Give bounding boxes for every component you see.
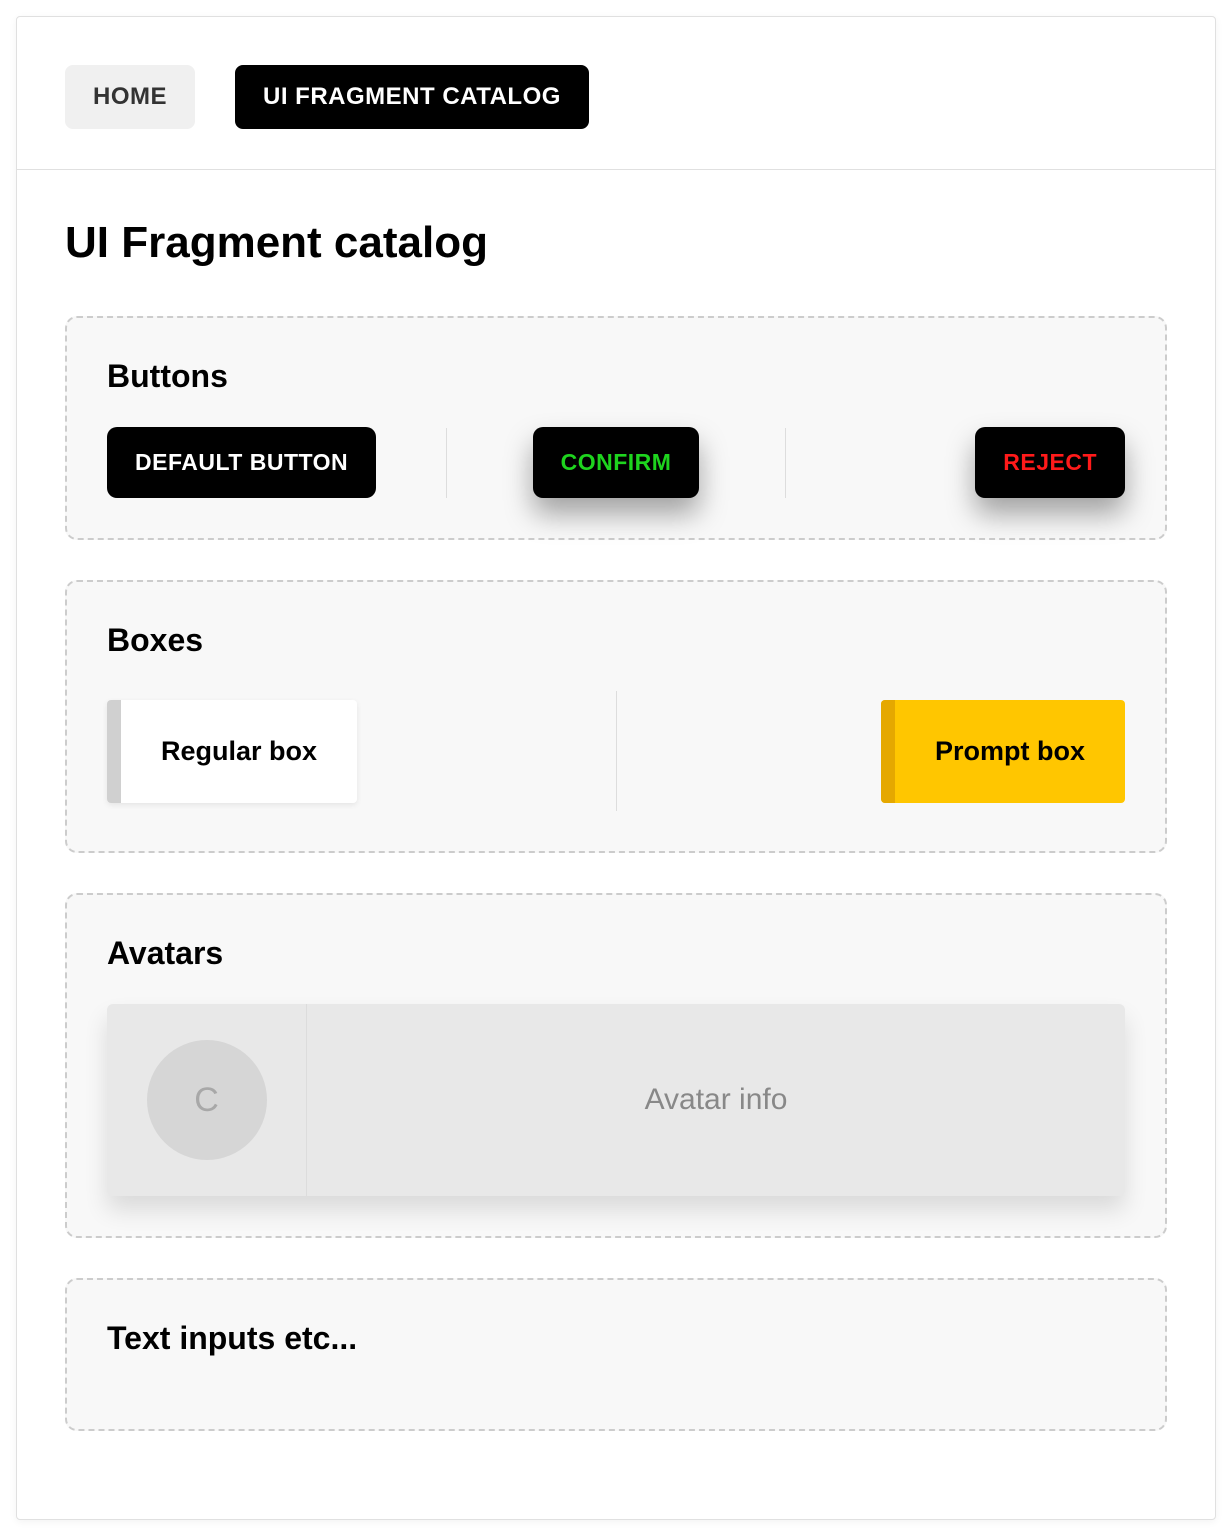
avatar: C — [147, 1040, 267, 1160]
button-row: DEFAULT BUTTON CONFIRM REJECT — [107, 427, 1125, 498]
boxes-section: Boxes Regular box Prompt box — [65, 580, 1167, 853]
button-cell-reject: REJECT — [786, 427, 1125, 498]
boxes-section-title: Boxes — [107, 622, 1125, 659]
confirm-button[interactable]: CONFIRM — [533, 427, 700, 498]
box-cell-prompt: Prompt box — [617, 700, 1126, 803]
button-cell-default: DEFAULT BUTTON — [107, 427, 446, 498]
avatar-info: Avatar info — [307, 1004, 1125, 1196]
content-area: UI Fragment catalog Buttons DEFAULT BUTT… — [17, 170, 1215, 1519]
reject-button[interactable]: REJECT — [975, 427, 1125, 498]
box-row: Regular box Prompt box — [107, 691, 1125, 811]
box-cell-regular: Regular box — [107, 700, 616, 803]
nav-home[interactable]: HOME — [65, 65, 195, 129]
regular-box: Regular box — [107, 700, 357, 803]
prompt-box-label: Prompt box — [895, 700, 1125, 803]
regular-box-label: Regular box — [121, 700, 357, 803]
text-inputs-section: Text inputs etc... — [65, 1278, 1167, 1431]
avatars-section: Avatars C Avatar info — [65, 893, 1167, 1238]
prompt-box-accent — [881, 700, 895, 803]
avatar-card: C Avatar info — [107, 1004, 1125, 1196]
app-container: HOME UI FRAGMENT CATALOG UI Fragment cat… — [16, 16, 1216, 1520]
default-button[interactable]: DEFAULT BUTTON — [107, 427, 376, 498]
button-cell-confirm: CONFIRM — [447, 427, 786, 498]
page-title: UI Fragment catalog — [65, 218, 1167, 268]
buttons-section-title: Buttons — [107, 358, 1125, 395]
buttons-section: Buttons DEFAULT BUTTON CONFIRM REJECT — [65, 316, 1167, 540]
top-nav: HOME UI FRAGMENT CATALOG — [17, 17, 1215, 170]
avatar-initial: C — [194, 1081, 219, 1120]
avatar-left: C — [107, 1004, 307, 1196]
avatars-section-title: Avatars — [107, 935, 1125, 972]
prompt-box: Prompt box — [881, 700, 1125, 803]
text-inputs-section-title: Text inputs etc... — [107, 1320, 1125, 1357]
regular-box-accent — [107, 700, 121, 803]
nav-catalog[interactable]: UI FRAGMENT CATALOG — [235, 65, 589, 129]
